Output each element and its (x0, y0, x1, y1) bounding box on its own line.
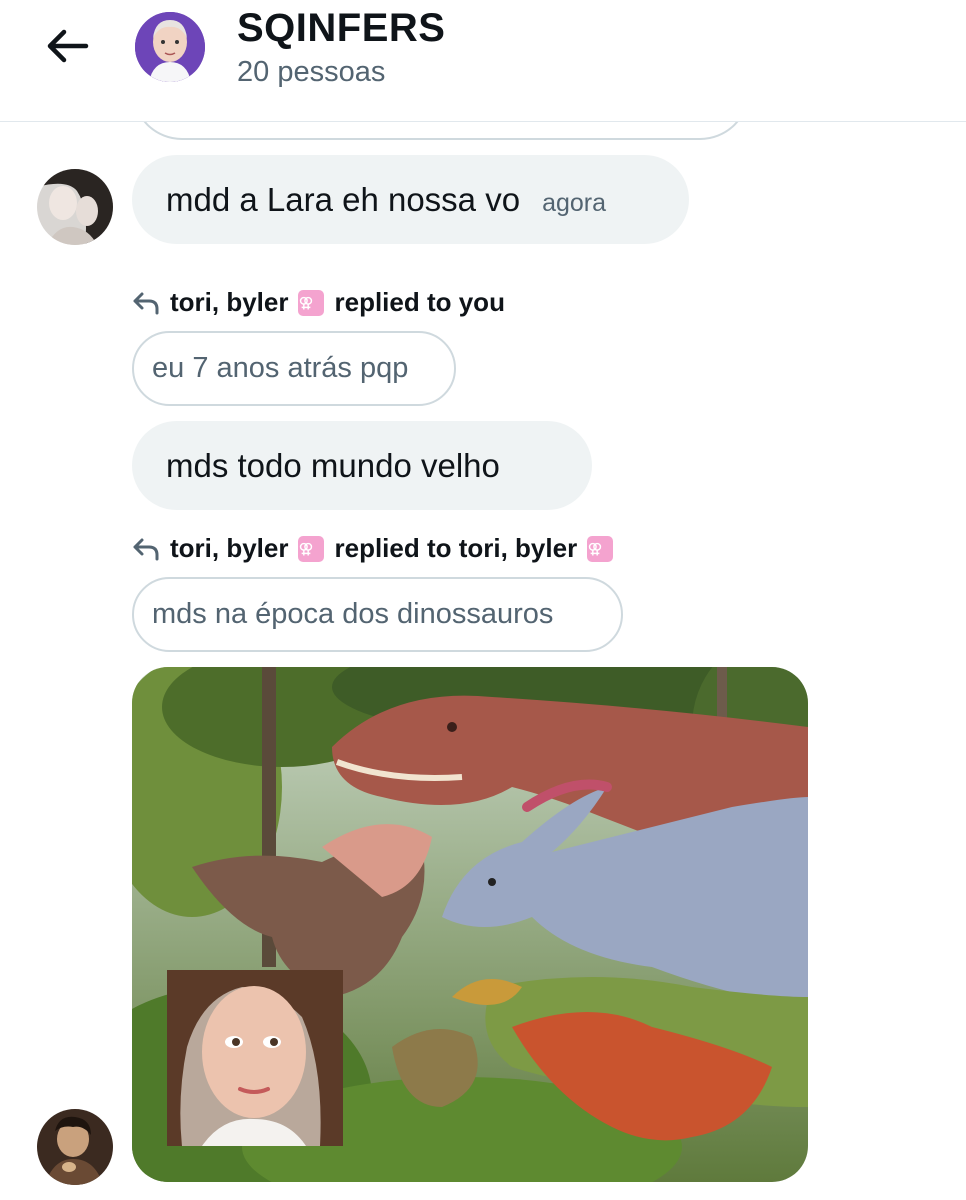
back-arrow-icon (47, 29, 89, 63)
quoted-text: mds na época dos dinossauros (152, 598, 554, 630)
message-text: mds todo mundo velho (166, 446, 500, 484)
message-bubble[interactable]: mds todo mundo velho (132, 421, 592, 510)
quoted-text: eu 7 anos atrás pqp (152, 352, 409, 384)
image-message[interactable] (132, 667, 808, 1182)
reply-target: replied to you (334, 287, 505, 317)
quoted-message[interactable]: mds na época dos dinossauros (132, 577, 623, 652)
back-button[interactable] (40, 22, 94, 70)
reply-sender: tori, byler (170, 533, 289, 563)
venus-symbol-icon (298, 289, 325, 316)
group-avatar[interactable] (135, 12, 205, 82)
reply-sender: tori, byler (170, 287, 289, 317)
venus-symbol-icon (298, 535, 325, 562)
member-count: 20 pessoas (237, 56, 386, 88)
message-timestamp: agora (542, 189, 607, 217)
reply-arrow-icon (133, 292, 159, 314)
reply-target: replied to tori, byler (334, 533, 578, 563)
reply-indicator: tori, byler replied to tori, byler (132, 533, 623, 564)
venus-symbol-icon (587, 535, 614, 562)
group-title: SQINFERS (237, 6, 446, 50)
message-bubble[interactable]: mdd a Lara eh nossa vo agora (132, 155, 689, 244)
message-text: mdd a Lara eh nossa vo (166, 180, 521, 218)
quoted-message[interactable]: eu 7 anos atrás pqp (132, 331, 456, 406)
chat-header: SQINFERS 20 pessoas (0, 0, 966, 122)
reply-indicator: tori, byler replied to you (132, 287, 505, 318)
reply-arrow-icon (133, 538, 159, 560)
sender-avatar[interactable] (37, 1109, 113, 1185)
sender-avatar[interactable] (37, 169, 113, 245)
